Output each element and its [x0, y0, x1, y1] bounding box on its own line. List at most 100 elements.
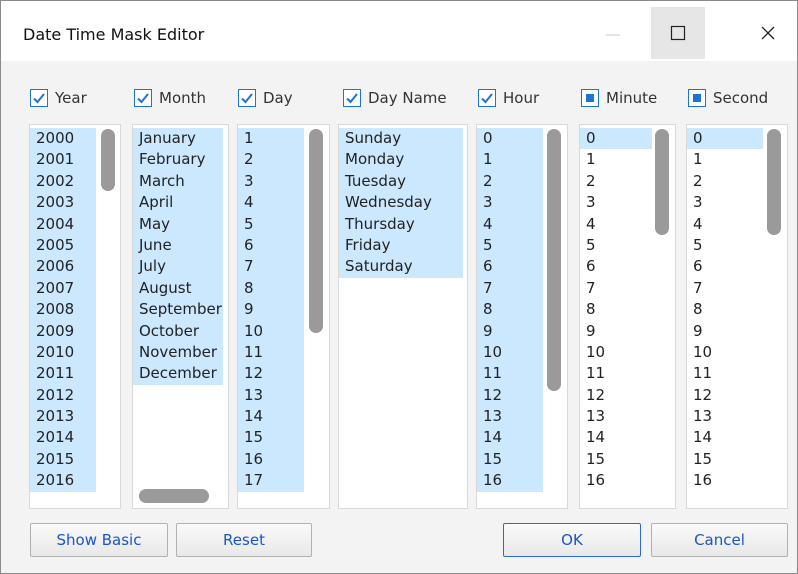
second-list-item[interactable]: 1	[687, 149, 763, 170]
year-list-item[interactable]: 2009	[30, 320, 96, 342]
second-list-item[interactable]: 6	[687, 256, 763, 277]
dayname-list-item[interactable]: Saturday	[339, 256, 463, 278]
second-vscroll-thumb[interactable]	[767, 129, 781, 235]
year-list-item[interactable]: 2013	[30, 406, 96, 428]
second-list-item[interactable]: 14	[687, 427, 763, 448]
close-button[interactable]	[741, 7, 795, 59]
hour-list-item[interactable]: 16	[477, 470, 543, 492]
hour-list-item[interactable]: 11	[477, 363, 543, 385]
minute-list-item[interactable]: 11	[580, 363, 652, 384]
year-list[interactable]: 2000 2001 2002 2003 2004 2005 2006 2007 2008 2009…	[29, 124, 121, 509]
year-list-item[interactable]: 2006	[30, 256, 96, 278]
hour-list-item[interactable]: 3	[477, 192, 543, 214]
second-list-item[interactable]: 16	[687, 470, 763, 491]
second-list-item[interactable]: 12	[687, 385, 763, 406]
year-checkbox[interactable]: Year	[30, 87, 87, 109]
hour-list-item[interactable]: 10	[477, 341, 543, 364]
second-list-item[interactable]: 13	[687, 406, 763, 427]
month-list-item[interactable]: October	[133, 320, 223, 342]
ok-button[interactable]: OK	[503, 523, 641, 557]
hour-list-item[interactable]: 13	[477, 406, 543, 428]
day-list-item[interactable]: 16	[238, 448, 304, 471]
second-list-item[interactable]: 15	[687, 449, 763, 470]
month-hscroll-thumb[interactable]	[139, 489, 209, 503]
hour-list-item[interactable]: 4	[477, 213, 543, 235]
day-list-item[interactable]: 9	[238, 299, 304, 321]
dayname-list-item[interactable]: Thursday	[339, 213, 463, 235]
minute-list-item[interactable]: 2	[580, 171, 652, 192]
second-list-item[interactable]: 11	[687, 363, 763, 384]
year-list-item[interactable]: 2001	[30, 149, 96, 171]
minute-list-item[interactable]: 15	[580, 449, 652, 470]
minute-list-item[interactable]: 0	[580, 128, 652, 150]
day-list-item[interactable]: 7	[238, 256, 304, 278]
month-list[interactable]: January February March April May June July Augu…	[132, 124, 229, 509]
day-list-item[interactable]: 4	[238, 192, 304, 214]
year-list-item[interactable]: 2007	[30, 277, 96, 300]
hour-list-item[interactable]: 2	[477, 170, 543, 193]
hour-list-item[interactable]: 8	[477, 299, 543, 321]
dayname-list-item[interactable]: Monday	[339, 149, 463, 171]
day-list-item[interactable]: 11	[238, 341, 304, 364]
minute-vscroll-thumb[interactable]	[655, 129, 669, 235]
month-list-item[interactable]: April	[133, 192, 223, 214]
show-basic-button[interactable]: Show Basic	[30, 523, 168, 557]
day-list-item[interactable]: 5	[238, 213, 304, 235]
hour-list-item[interactable]: 15	[477, 448, 543, 471]
minute-list-item[interactable]: 12	[580, 385, 652, 406]
day-list-item[interactable]: 17	[238, 470, 304, 492]
day-list-item[interactable]: 13	[238, 384, 304, 407]
day-list-item[interactable]: 6	[238, 234, 304, 257]
dayname-list-item[interactable]: Tuesday	[339, 170, 463, 193]
second-list-item[interactable]: 5	[687, 235, 763, 256]
hour-list-item[interactable]: 6	[477, 256, 543, 278]
minute-list-item[interactable]: 3	[580, 192, 652, 213]
minute-list-item[interactable]: 13	[580, 406, 652, 427]
hour-list-item[interactable]: 9	[477, 320, 543, 342]
day-name-list[interactable]: Sunday Monday Tuesday Wednesday Thursday Frid…	[338, 124, 468, 509]
minute-list-item[interactable]: 7	[580, 278, 652, 299]
year-vscroll-thumb[interactable]	[101, 129, 115, 191]
year-list-item[interactable]: 2003	[30, 192, 96, 214]
minute-list-item[interactable]: 10	[580, 342, 652, 363]
second-list[interactable]: 0 1 2 3 4 5 6 7 8 9 10 11 12 13 14 15 16	[686, 124, 788, 509]
reset-button[interactable]: Reset	[176, 523, 312, 557]
minute-list-item[interactable]: 16	[580, 470, 652, 491]
day-name-checkbox[interactable]: Day Name	[343, 87, 447, 109]
month-checkbox[interactable]: Month	[134, 87, 206, 109]
month-list-item[interactable]: March	[133, 170, 223, 193]
month-list-item[interactable]: December	[133, 363, 223, 385]
day-checkbox[interactable]: Day	[238, 87, 293, 109]
minimize-button[interactable]	[586, 7, 640, 59]
year-list-item[interactable]: 2011	[30, 363, 96, 385]
day-list-item[interactable]: 2	[238, 149, 304, 171]
day-list-item[interactable]: 15	[238, 427, 304, 449]
second-list-item[interactable]: 7	[687, 278, 763, 299]
minute-list[interactable]: 0 1 2 3 4 5 6 7 8 9 10 11 12 13 14 15 16	[579, 124, 676, 509]
year-list-item[interactable]: 2008	[30, 299, 96, 321]
month-list-item[interactable]: July	[133, 256, 223, 278]
year-list-item[interactable]: 2005	[30, 234, 96, 257]
hour-list-item[interactable]: 5	[477, 234, 543, 257]
day-list-item[interactable]: 8	[238, 277, 304, 300]
month-list-item[interactable]: February	[133, 149, 223, 171]
month-list-item[interactable]: January	[133, 128, 223, 150]
hour-list[interactable]: 0 1 2 3 4 5 6 7 8 9 10 11 12 13 14 15 16	[476, 124, 568, 509]
day-vscroll-thumb[interactable]	[309, 129, 323, 333]
minute-list-item[interactable]: 1	[580, 149, 652, 170]
hour-checkbox[interactable]: Hour	[478, 87, 539, 109]
dayname-list-item[interactable]: Wednesday	[339, 192, 463, 214]
second-list-item[interactable]: 0	[687, 128, 763, 150]
minute-list-item[interactable]: 8	[580, 299, 652, 320]
minute-list-item[interactable]: 9	[580, 321, 652, 342]
second-list-item[interactable]: 10	[687, 342, 763, 363]
hour-list-item[interactable]: 14	[477, 427, 543, 449]
second-list-item[interactable]: 8	[687, 299, 763, 320]
year-list-item[interactable]: 2004	[30, 213, 96, 235]
minute-list-item[interactable]: 6	[580, 256, 652, 277]
day-list-item[interactable]: 10	[238, 320, 304, 342]
minute-checkbox[interactable]: Minute	[581, 87, 657, 109]
month-list-item[interactable]: August	[133, 277, 223, 300]
second-list-item[interactable]: 2	[687, 171, 763, 192]
minute-list-item[interactable]: 14	[580, 427, 652, 448]
